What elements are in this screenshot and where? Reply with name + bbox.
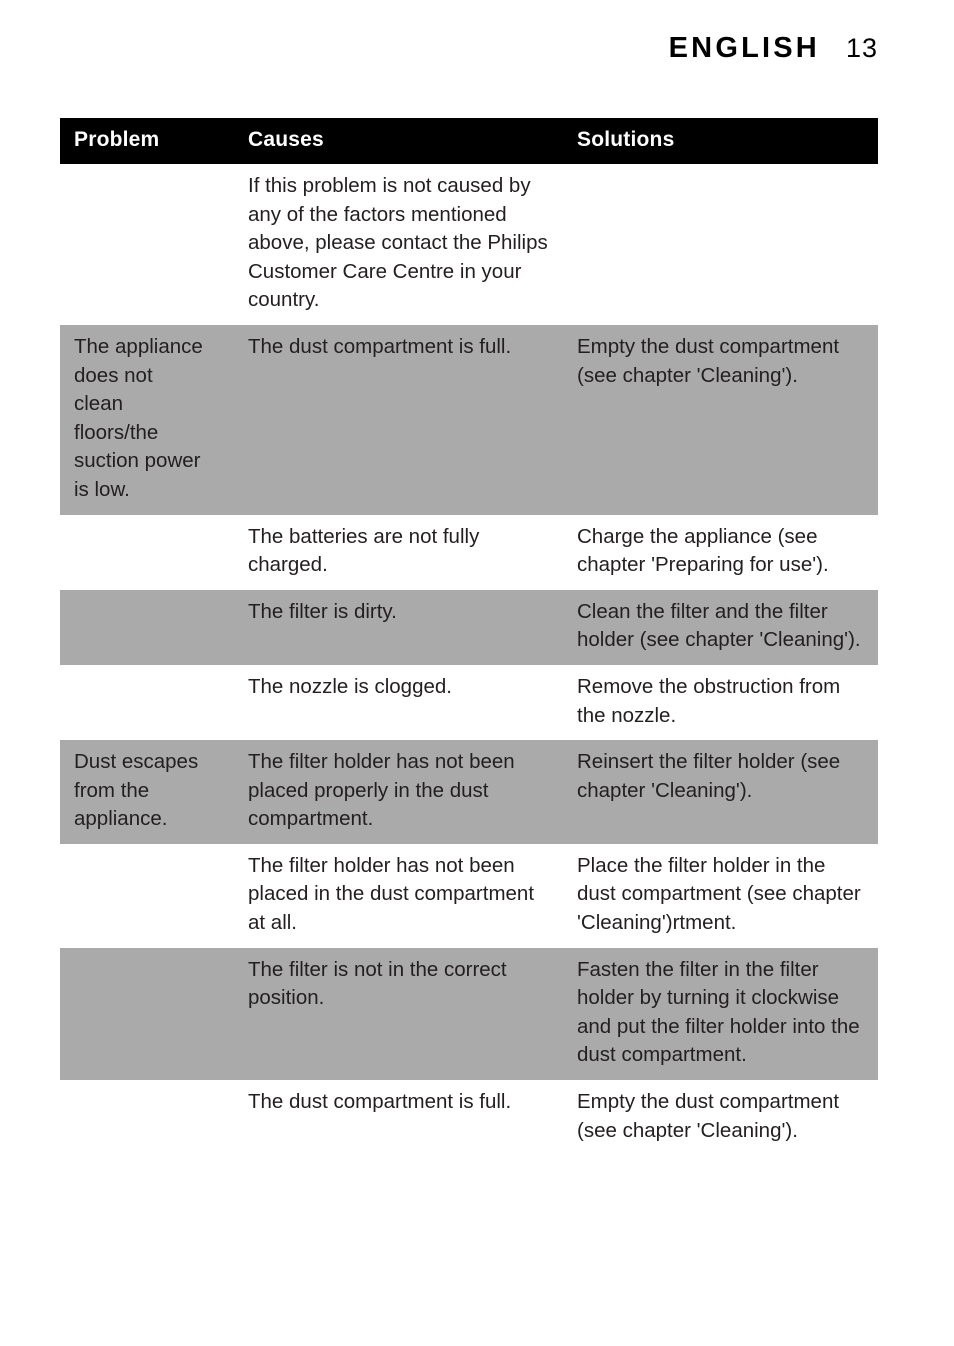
cell-empty bbox=[74, 673, 220, 674]
table-cell-solutions: Clean the filter and the filter holder (… bbox=[563, 589, 878, 665]
table-header-row: Problem Causes Solutions bbox=[60, 118, 878, 164]
table-row: The filter is not in the correct positio… bbox=[60, 947, 878, 1081]
cell-text: The filter holder has not been placed in… bbox=[248, 853, 535, 935]
table-cell-solutions: Empty the dust compartment (see chapter … bbox=[563, 324, 878, 515]
table-cell-causes: If this problem is not caused by any of … bbox=[234, 164, 563, 325]
cell-empty bbox=[74, 523, 220, 524]
column-header-solutions: Solutions bbox=[563, 118, 878, 164]
cell-text: Remove the obstruction from the nozzle. bbox=[577, 674, 841, 727]
cell-text: Empty the dust compartment (see chapter … bbox=[577, 1090, 840, 1142]
column-header-causes: Causes bbox=[234, 118, 563, 164]
table-row: The filter holder has not been placed in… bbox=[60, 843, 878, 948]
table-row: The dust compartment is full. Empty the d… bbox=[60, 1080, 878, 1160]
cell-text: The filter is not in the correct positio… bbox=[248, 957, 507, 1010]
table-row: If this problem is not caused by any of … bbox=[60, 164, 878, 325]
cell-text: Empty the dust compartment (see chapter … bbox=[577, 334, 840, 387]
table-body: If this problem is not caused by any of … bbox=[60, 164, 878, 1160]
table-cell-solutions: Fasten the filter in the filter holder b… bbox=[563, 947, 878, 1081]
table-cell-problem bbox=[60, 514, 234, 590]
running-header: ENGLISH 13 bbox=[60, 34, 878, 74]
table-cell-problem bbox=[60, 664, 234, 741]
cell-empty bbox=[74, 852, 220, 853]
table-cell-solutions: Reinsert the filter holder (see chapter … bbox=[563, 740, 878, 844]
table-cell-problem bbox=[60, 1080, 234, 1160]
cell-text: The batteries are not fully charged. bbox=[248, 524, 480, 577]
cell-text: Clean the filter and the filter holder (… bbox=[577, 599, 861, 652]
table-cell-causes: The filter is not in the correct positio… bbox=[234, 947, 563, 1081]
cell-empty bbox=[74, 1088, 220, 1089]
column-header-problem: Problem bbox=[60, 118, 234, 164]
table-cell-problem bbox=[60, 843, 234, 948]
cell-empty bbox=[74, 956, 220, 957]
cell-text: The dust compartment is full. bbox=[248, 1090, 512, 1114]
table-cell-solutions: Charge the appliance (see chapter 'Prepa… bbox=[563, 514, 878, 590]
table-cell-solutions: Place the filter holder in the dust comp… bbox=[563, 843, 878, 948]
cell-text: The filter holder has not been placed pr… bbox=[248, 750, 515, 831]
table-cell-causes: The filter holder has not been placed in… bbox=[234, 843, 563, 948]
table-cell-problem bbox=[60, 947, 234, 1081]
table-cell-causes: The nozzle is clogged. bbox=[234, 664, 563, 741]
cell-text: If this problem is not caused by any of … bbox=[248, 174, 548, 312]
table-row: The nozzle is clogged. Remove the obstruc… bbox=[60, 664, 878, 741]
document-page: ENGLISH 13 Problem Causes Solutions If t… bbox=[0, 0, 954, 1346]
cell-text: The filter is dirty. bbox=[248, 599, 397, 623]
cell-text: Dust escapes from the appliance. bbox=[74, 750, 199, 831]
table-row: The filter is dirty. Clean the filter and… bbox=[60, 589, 878, 665]
cell-text: Charge the appliance (see chapter 'Prepa… bbox=[577, 524, 829, 577]
table-row: Dust escapes from the appliance. The filt… bbox=[60, 740, 878, 844]
cell-empty bbox=[577, 172, 864, 173]
table-cell-problem: The appliance does not clean floors/the … bbox=[60, 324, 234, 515]
cell-text: The dust compartment is full. bbox=[248, 334, 512, 358]
cell-text: Reinsert the filter holder (see chapter … bbox=[577, 750, 841, 802]
table-row: The batteries are not fully charged. Char… bbox=[60, 514, 878, 590]
table-cell-solutions bbox=[563, 164, 878, 325]
table-cell-causes: The dust compartment is full. bbox=[234, 324, 563, 515]
cell-text: The appliance does not clean floors/the … bbox=[74, 334, 203, 501]
table-cell-problem: Dust escapes from the appliance. bbox=[60, 740, 234, 844]
table-cell-solutions: Remove the obstruction from the nozzle. bbox=[563, 664, 878, 741]
cell-text: Place the filter holder in the dust comp… bbox=[577, 853, 861, 935]
table-row: The appliance does not clean floors/the … bbox=[60, 324, 878, 515]
table-cell-problem bbox=[60, 589, 234, 665]
page-number: 13 bbox=[845, 33, 878, 63]
table-cell-causes: The batteries are not fully charged. bbox=[234, 514, 563, 590]
header-language-title: ENGLISH bbox=[668, 32, 820, 64]
table-cell-causes: The filter holder has not been placed pr… bbox=[234, 740, 563, 844]
troubleshooting-table: Problem Causes Solutions If this problem… bbox=[60, 118, 878, 1160]
table-cell-causes: The filter is dirty. bbox=[234, 589, 563, 665]
cell-text: The nozzle is clogged. bbox=[248, 674, 452, 698]
table-cell-problem bbox=[60, 164, 234, 325]
cell-empty bbox=[74, 598, 220, 599]
cell-empty bbox=[74, 172, 220, 173]
cell-text: Fasten the filter in the filter holder b… bbox=[577, 957, 860, 1067]
table-cell-causes: The dust compartment is full. bbox=[234, 1080, 563, 1160]
table-cell-solutions: Empty the dust compartment (see chapter … bbox=[563, 1080, 878, 1160]
